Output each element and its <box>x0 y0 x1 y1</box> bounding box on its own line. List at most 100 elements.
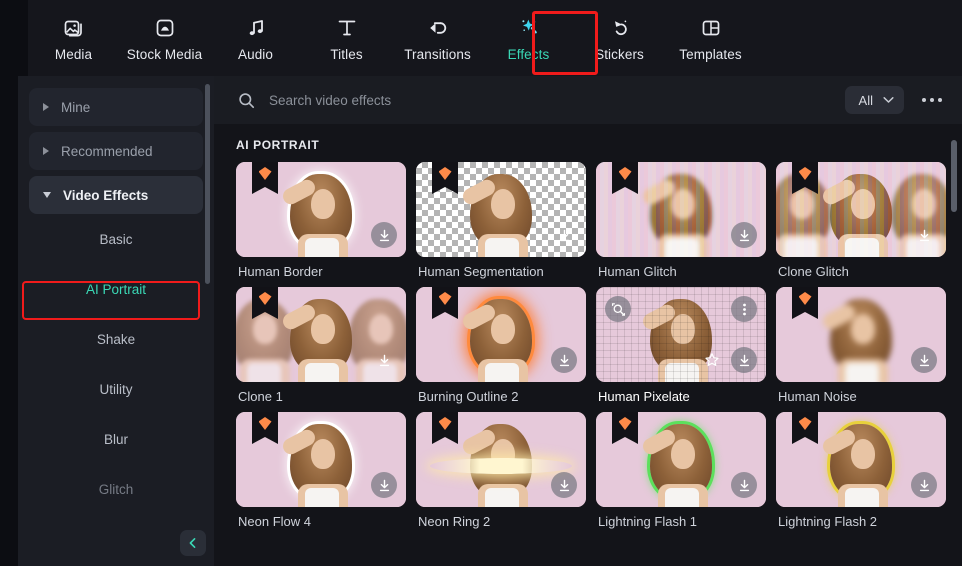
favorite-button[interactable] <box>699 347 725 373</box>
premium-gem-icon <box>258 292 272 305</box>
effect-name: Clone Glitch <box>778 264 849 279</box>
premium-gem-icon <box>798 417 812 430</box>
download-button[interactable] <box>551 222 577 248</box>
download-button[interactable] <box>371 472 397 498</box>
download-button[interactable] <box>911 222 937 248</box>
effect-card[interactable]: Human Segmentation <box>416 162 586 279</box>
tab-label: Effects <box>507 46 550 62</box>
section-title: AI PORTRAIT <box>236 138 320 152</box>
tab-stock-media[interactable]: Stock Media <box>119 0 210 76</box>
sidebar-scroll-area: Mine Recommended Video Effects Basic AI … <box>18 76 214 566</box>
download-button[interactable] <box>731 347 757 373</box>
more-dot <box>930 98 934 102</box>
download-button[interactable] <box>731 222 757 248</box>
stickers-icon <box>608 15 632 41</box>
tab-label: Transitions <box>404 46 471 62</box>
tab-label: Audio <box>237 46 274 62</box>
card-more-options-button[interactable] <box>731 296 757 322</box>
download-icon <box>379 229 389 241</box>
tab-audio[interactable]: Audio <box>210 0 301 76</box>
content-bottom-mask <box>214 558 962 566</box>
sidebar-item-utility[interactable]: Utility <box>29 364 203 414</box>
effect-thumbnail <box>236 412 406 507</box>
tab-effects[interactable]: Effects <box>483 0 574 76</box>
download-icon <box>559 354 569 366</box>
effect-thumbnail <box>776 412 946 507</box>
effect-card[interactable]: Lightning Flash 2 <box>776 412 946 529</box>
download-button[interactable] <box>551 472 577 498</box>
download-icon <box>739 479 749 491</box>
sidebar-item-label: Blur <box>103 431 128 447</box>
sidebar-item-basic[interactable]: Basic <box>29 214 203 264</box>
chevron-down-icon <box>883 97 894 103</box>
search-bar: All <box>214 76 962 124</box>
download-button[interactable] <box>911 472 937 498</box>
download-icon <box>919 229 929 241</box>
effect-card[interactable]: Lightning Flash 1 <box>596 412 766 529</box>
sidebar-group-mine[interactable]: Mine <box>29 88 203 126</box>
download-icon <box>559 479 569 491</box>
stock-media-icon <box>153 15 177 41</box>
search-input[interactable] <box>269 92 845 108</box>
collapse-sidebar-button[interactable] <box>180 530 206 556</box>
tab-templates[interactable]: Templates <box>665 0 756 76</box>
effect-card[interactable]: Burning Outline 2 <box>416 287 586 404</box>
download-icon <box>739 354 749 366</box>
tab-titles[interactable]: Titles <box>301 0 392 76</box>
sidebar-item-label: Shake <box>96 331 136 347</box>
download-button[interactable] <box>731 472 757 498</box>
effect-name: Neon Ring 2 <box>418 514 491 529</box>
effect-card[interactable]: Human Glitch <box>596 162 766 279</box>
more-dot <box>922 98 926 102</box>
download-button[interactable] <box>911 347 937 373</box>
effects-category-sidebar: Mine Recommended Video Effects Basic AI … <box>18 76 214 566</box>
sidebar-item-shake[interactable]: Shake <box>29 314 203 364</box>
tab-media[interactable]: Media <box>28 0 119 76</box>
premium-gem-icon <box>618 417 632 430</box>
effect-name: Human Glitch <box>598 264 677 279</box>
sidebar-group-recommended[interactable]: Recommended <box>29 132 203 170</box>
preview-button[interactable] <box>605 296 631 322</box>
preview-icon <box>611 302 625 316</box>
effect-card[interactable]: Clone Glitch <box>776 162 946 279</box>
tab-label: Stickers <box>595 46 644 62</box>
star-icon <box>705 353 719 366</box>
effect-card[interactable]: Clone 1 <box>236 287 406 404</box>
chevron-left-icon <box>189 538 196 548</box>
effect-thumbnail <box>416 287 586 382</box>
search-icon <box>238 92 255 109</box>
effect-card[interactable]: Human Border <box>236 162 406 279</box>
premium-gem-icon <box>258 167 272 180</box>
tab-transitions[interactable]: Transitions <box>392 0 483 76</box>
tab-stickers[interactable]: Stickers <box>574 0 665 76</box>
sidebar-group-label: Mine <box>61 99 91 115</box>
effects-panel: All AI PORTRAIT <box>214 76 962 566</box>
effect-name: Burning Outline 2 <box>418 389 519 404</box>
effect-card[interactable]: Neon Flow 4 <box>236 412 406 529</box>
tab-label: Templates <box>679 46 742 62</box>
audio-icon <box>244 15 268 41</box>
effect-thumbnail <box>596 287 766 382</box>
sidebar-scrollbar-thumb[interactable] <box>205 84 210 284</box>
effect-thumbnail <box>236 287 406 382</box>
panel-scrollbar-thumb[interactable] <box>951 140 957 212</box>
download-button[interactable] <box>371 347 397 373</box>
download-button[interactable] <box>371 222 397 248</box>
effect-card[interactable]: Neon Ring 2 <box>416 412 586 529</box>
tab-label: Media <box>54 46 93 62</box>
more-options-button[interactable] <box>916 90 948 110</box>
effect-thumbnail <box>596 412 766 507</box>
filter-dropdown[interactable]: All <box>844 86 904 114</box>
sidebar-item-blur[interactable]: Blur <box>29 414 203 464</box>
sidebar-item-ai-portrait[interactable]: AI Portrait <box>29 264 203 314</box>
sidebar-group-video-effects[interactable]: Video Effects <box>29 176 203 214</box>
tab-label: Stock Media <box>126 46 203 62</box>
editor-window: Media Stock Media Audio Titles Transitio… <box>0 0 962 566</box>
effect-thumbnail <box>776 162 946 257</box>
download-button[interactable] <box>551 347 577 373</box>
effect-card-hovered[interactable]: Human Pixelate <box>596 287 766 404</box>
download-icon <box>919 479 929 491</box>
premium-gem-icon <box>618 167 632 180</box>
sidebar-item-glitch[interactable]: Glitch <box>29 464 203 514</box>
effect-card[interactable]: Human Noise <box>776 287 946 404</box>
